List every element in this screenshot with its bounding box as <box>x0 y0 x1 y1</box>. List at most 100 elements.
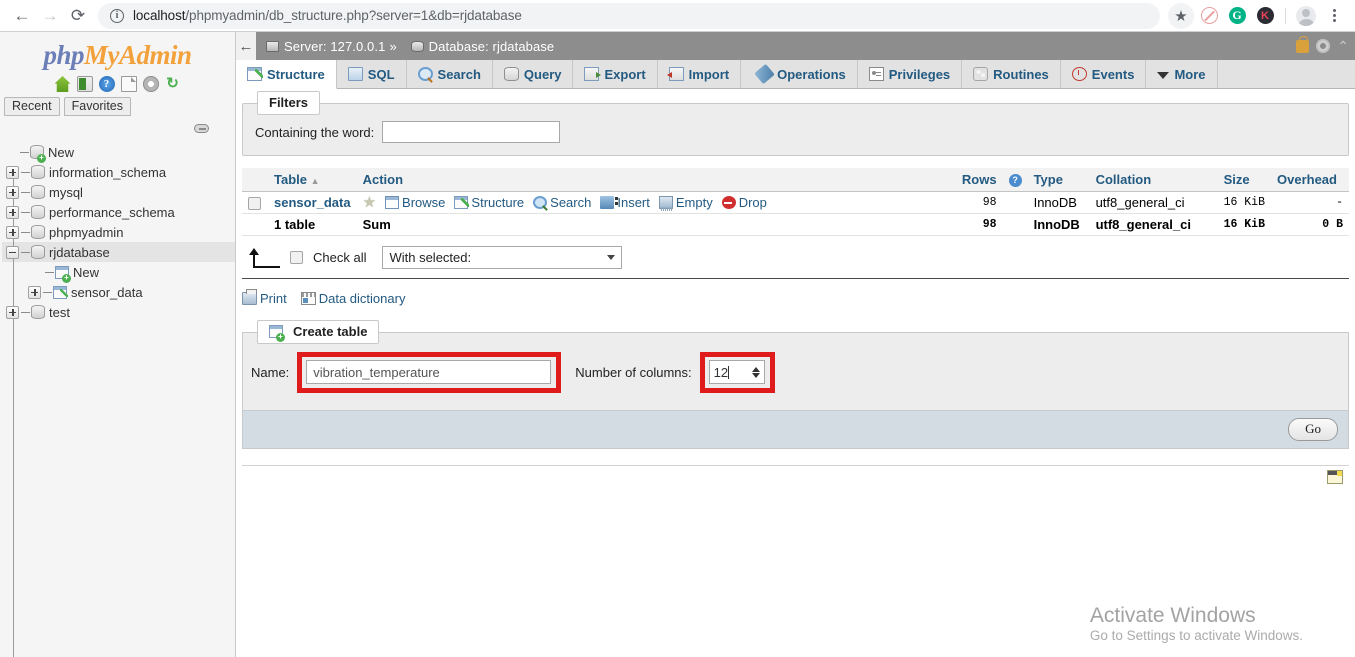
back-button[interactable]: ← <box>8 2 36 30</box>
tree-item-phpmyadmin[interactable]: phpmyadmin <box>2 222 235 242</box>
tab-sql[interactable]: SQL <box>336 60 407 88</box>
tree-item-mysql[interactable]: mysql <box>2 182 235 202</box>
expand-icon[interactable] <box>6 205 19 219</box>
collapse-icon[interactable]: ⌃ <box>1337 38 1349 55</box>
home-icon[interactable] <box>54 76 71 92</box>
header-rows[interactable]: Rows <box>944 168 1003 192</box>
gear-icon[interactable] <box>1316 39 1331 53</box>
collapse-icon[interactable] <box>6 245 19 259</box>
check-all-checkbox[interactable] <box>290 251 303 265</box>
tab-operations[interactable]: Operations <box>741 60 858 88</box>
breadcrumb-back-button[interactable]: ← <box>236 32 256 60</box>
tree-item-new-db[interactable]: New <box>2 142 235 163</box>
reload-icon[interactable]: ↻ <box>165 76 181 92</box>
structure-icon <box>454 196 470 210</box>
data-dictionary-icon <box>300 292 316 306</box>
forward-button[interactable]: → <box>36 2 64 30</box>
tree-item-new-table[interactable]: New <box>2 262 235 283</box>
row-checkbox[interactable] <box>248 197 261 211</box>
table-name-link[interactable]: sensor_data <box>268 191 357 215</box>
drop-icon <box>721 196 736 210</box>
tab-structure[interactable]: Structure <box>236 60 337 89</box>
profile-avatar-icon[interactable] <box>1293 3 1319 29</box>
tree-item-performance-schema[interactable]: performance_schema <box>2 202 235 222</box>
adblock-extension-icon[interactable] <box>1196 3 1222 29</box>
action-empty[interactable]: Empty <box>658 195 713 212</box>
tree-connector <box>20 151 29 153</box>
address-bar[interactable]: i localhost/phpmyadmin/db_structure.php?… <box>98 2 1160 29</box>
expand-icon[interactable] <box>6 225 19 239</box>
action-drop[interactable]: Drop <box>721 195 767 210</box>
sidebar-link-row <box>0 118 235 142</box>
spinner-icon[interactable] <box>751 366 760 378</box>
documentation-icon[interactable] <box>120 76 137 92</box>
logout-icon[interactable] <box>76 76 93 92</box>
header-type[interactable]: Type <box>1027 168 1090 192</box>
with-selected-select[interactable]: With selected: <box>382 246 623 270</box>
tab-search[interactable]: Search <box>406 60 493 88</box>
tree-item-test[interactable]: test <box>2 302 235 322</box>
star-icon[interactable]: ★ <box>363 195 376 210</box>
database-icon <box>31 185 45 199</box>
rows-help-icon[interactable]: ? <box>1002 168 1028 192</box>
tree-item-sensor-data[interactable]: sensor_data <box>2 282 235 302</box>
browser-menu-icon[interactable] <box>1321 3 1347 29</box>
header-table[interactable]: Table ▲ <box>268 168 357 192</box>
help-icon[interactable]: ? <box>98 76 115 92</box>
action-search[interactable]: Search <box>533 195 591 210</box>
main-content: ← Server: 127.0.0.1 » Database: rjdataba… <box>236 32 1355 657</box>
tab-export[interactable]: Export <box>573 60 658 88</box>
tables-listing: Table ▲ Action Rows ? Type Collation Siz… <box>242 168 1349 237</box>
number-of-columns-input[interactable]: 12 <box>708 360 765 385</box>
data-dictionary-link[interactable]: Data dictionary <box>300 291 405 306</box>
tree-item-information-schema[interactable]: information_schema <box>2 162 235 182</box>
tree-item-rjdatabase[interactable]: rjdatabase <box>2 242 235 262</box>
action-insert[interactable]: Insert <box>600 195 650 210</box>
filters-body: Containing the word: <box>243 104 1348 155</box>
tab-query[interactable]: Query <box>492 60 574 88</box>
expand-icon[interactable] <box>6 305 19 319</box>
phpmyadmin-logo[interactable]: phpMyAdmin <box>0 32 235 73</box>
text-cursor <box>728 365 730 379</box>
header-overhead[interactable]: Overhead <box>1271 168 1349 192</box>
new-table-icon <box>55 265 71 283</box>
expand-icon[interactable] <box>28 285 41 299</box>
header-collation[interactable]: Collation <box>1089 168 1218 192</box>
links-row: Print Data dictionary <box>242 289 1349 310</box>
site-info-icon[interactable]: i <box>110 8 124 23</box>
action-browse[interactable]: Browse <box>385 195 445 210</box>
tab-privileges[interactable]: Privileges <box>857 60 963 88</box>
breadcrumb-database[interactable]: Database: rjdatabase <box>429 39 555 54</box>
bookmark-star-icon[interactable]: ★ <box>1168 2 1194 29</box>
print-link[interactable]: Print <box>242 289 287 306</box>
database-icon <box>31 205 45 219</box>
table-name-input[interactable]: vibration_temperature <box>306 360 552 385</box>
go-button[interactable]: Go <box>1288 418 1338 442</box>
tab-events[interactable]: Events <box>1060 60 1147 88</box>
tab-routines[interactable]: Routines <box>962 60 1061 88</box>
action-structure[interactable]: Structure <box>454 195 524 210</box>
filter-word-input[interactable] <box>382 121 561 143</box>
grammarly-extension-icon[interactable]: G <box>1224 3 1250 29</box>
tab-label: Events <box>1091 66 1135 82</box>
tab-label: Query <box>523 66 562 82</box>
expand-icon[interactable] <box>6 165 19 179</box>
tab-more[interactable]: More <box>1146 60 1218 88</box>
expand-icon[interactable] <box>6 185 19 199</box>
settings-gear-icon[interactable] <box>142 76 159 92</box>
database-icon <box>31 305 45 319</box>
url-text: localhost/phpmyadmin/db_structure.php?se… <box>133 8 522 23</box>
breadcrumb-server[interactable]: Server: 127.0.0.1 <box>284 39 385 54</box>
kite-extension-icon[interactable]: K <box>1252 3 1278 29</box>
tab-import[interactable]: Import <box>657 60 742 88</box>
tab-label: More <box>1174 66 1206 82</box>
header-size[interactable]: Size <box>1217 168 1271 192</box>
check-all-label: Check all <box>313 250 367 266</box>
console-toggle-icon[interactable] <box>1327 470 1343 485</box>
tab-favorites[interactable]: Favorites <box>63 97 132 116</box>
database-icon <box>31 225 45 239</box>
reload-button[interactable]: ⟳ <box>64 2 92 30</box>
lock-icon[interactable] <box>1296 35 1310 53</box>
tab-recent[interactable]: Recent <box>4 97 60 116</box>
link-chain-icon[interactable] <box>194 124 209 133</box>
